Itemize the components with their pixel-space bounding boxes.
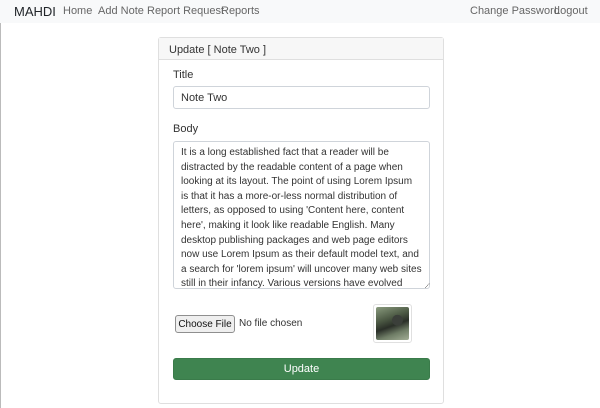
- title-input[interactable]: [173, 86, 430, 109]
- nav-logout[interactable]: Logout: [554, 5, 588, 17]
- body-textarea[interactable]: It is a long established fact that a rea…: [173, 141, 430, 289]
- nav-reports[interactable]: Reports: [221, 5, 260, 17]
- update-note-card: Update [ Note Two ] Title Body It is a l…: [158, 37, 444, 404]
- card-header: Update [ Note Two ]: [159, 38, 443, 60]
- brand-logo[interactable]: MAHDI: [14, 4, 56, 19]
- navbar: MAHDI Home Add Note Report Request Repor…: [0, 0, 600, 23]
- photo-image: [376, 307, 409, 340]
- window-edge: [0, 23, 1, 408]
- file-status-text: No file chosen: [239, 318, 303, 329]
- body-label: Body: [173, 123, 199, 135]
- title-label: Title: [173, 69, 194, 81]
- nav-change-password[interactable]: Change Password: [470, 5, 560, 17]
- update-button[interactable]: Update: [173, 358, 430, 380]
- nav-add-note[interactable]: Add Note: [98, 5, 144, 17]
- choose-file-button[interactable]: Choose File: [175, 315, 235, 333]
- resize-grip-icon[interactable]: [425, 283, 430, 288]
- note-image-thumbnail: [373, 304, 412, 343]
- nav-report-request[interactable]: Report Request: [147, 5, 224, 17]
- nav-home[interactable]: Home: [63, 5, 92, 17]
